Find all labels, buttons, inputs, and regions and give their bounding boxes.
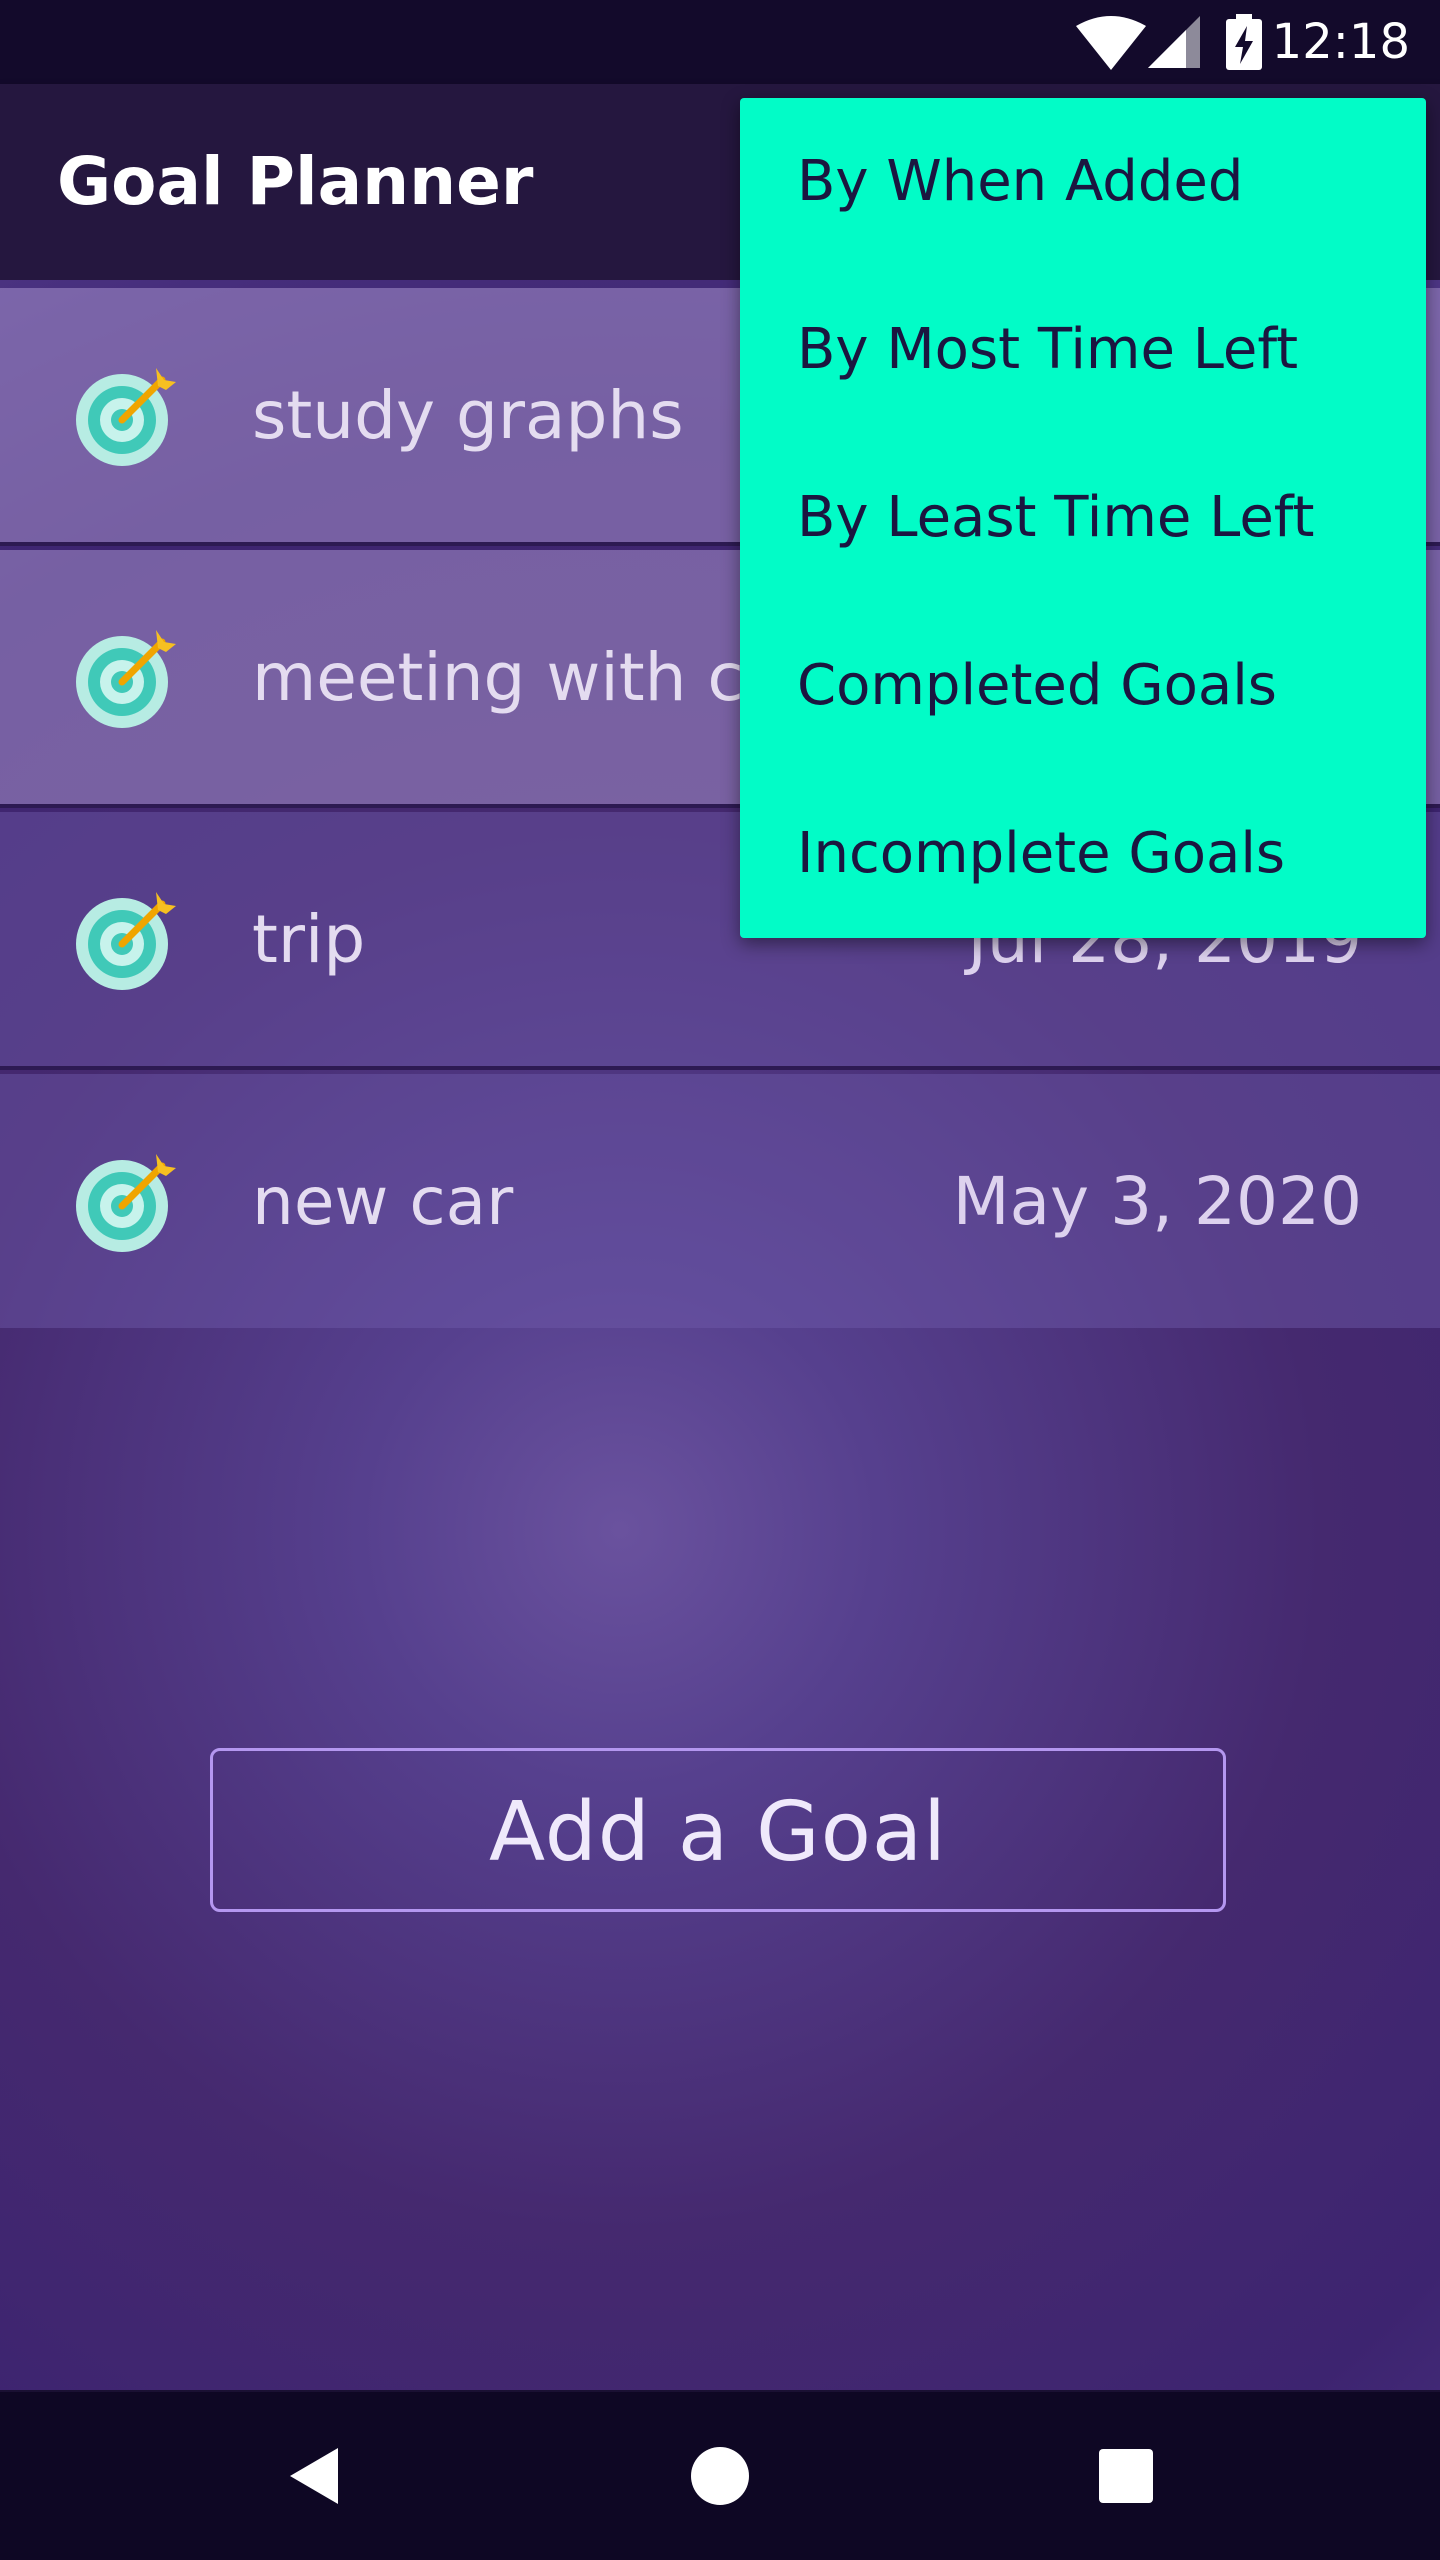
- menu-item-incomplete-goals[interactable]: Incomplete Goals: [740, 770, 1426, 938]
- back-icon[interactable]: [276, 2434, 360, 2518]
- goal-name: trip: [252, 901, 366, 978]
- goal-row[interactable]: new car May 3, 2020: [0, 1074, 1440, 1328]
- target-dart-icon: [72, 626, 176, 730]
- sort-menu: By When Added By Most Time Left By Least…: [740, 98, 1426, 938]
- menu-item-by-most-time-left[interactable]: By Most Time Left: [740, 266, 1426, 434]
- target-dart-icon: [72, 364, 176, 468]
- app-title: Goal Planner: [57, 143, 534, 220]
- target-dart-icon: [72, 888, 176, 992]
- target-dart-icon: [72, 1150, 176, 1254]
- goal-name: meeting with cli: [252, 639, 781, 716]
- home-icon[interactable]: [678, 2434, 762, 2518]
- add-goal-button[interactable]: Add a Goal: [210, 1748, 1226, 1912]
- status-time: 12:18: [1271, 14, 1410, 70]
- menu-item-by-when-added[interactable]: By When Added: [740, 98, 1426, 266]
- menu-item-by-least-time-left[interactable]: By Least Time Left: [740, 434, 1426, 602]
- nav-bar: [0, 2392, 1440, 2560]
- wifi-icon: [1076, 14, 1146, 75]
- goal-date: May 3, 2020: [952, 1163, 1362, 1240]
- goal-name: new car: [252, 1163, 514, 1240]
- battery-charging-icon: [1226, 14, 1262, 75]
- recents-icon[interactable]: [1084, 2434, 1168, 2518]
- status-bar: 12:18: [0, 0, 1440, 84]
- menu-item-completed-goals[interactable]: Completed Goals: [740, 602, 1426, 770]
- cell-signal-icon: [1148, 16, 1200, 73]
- goal-name: study graphs: [252, 377, 684, 454]
